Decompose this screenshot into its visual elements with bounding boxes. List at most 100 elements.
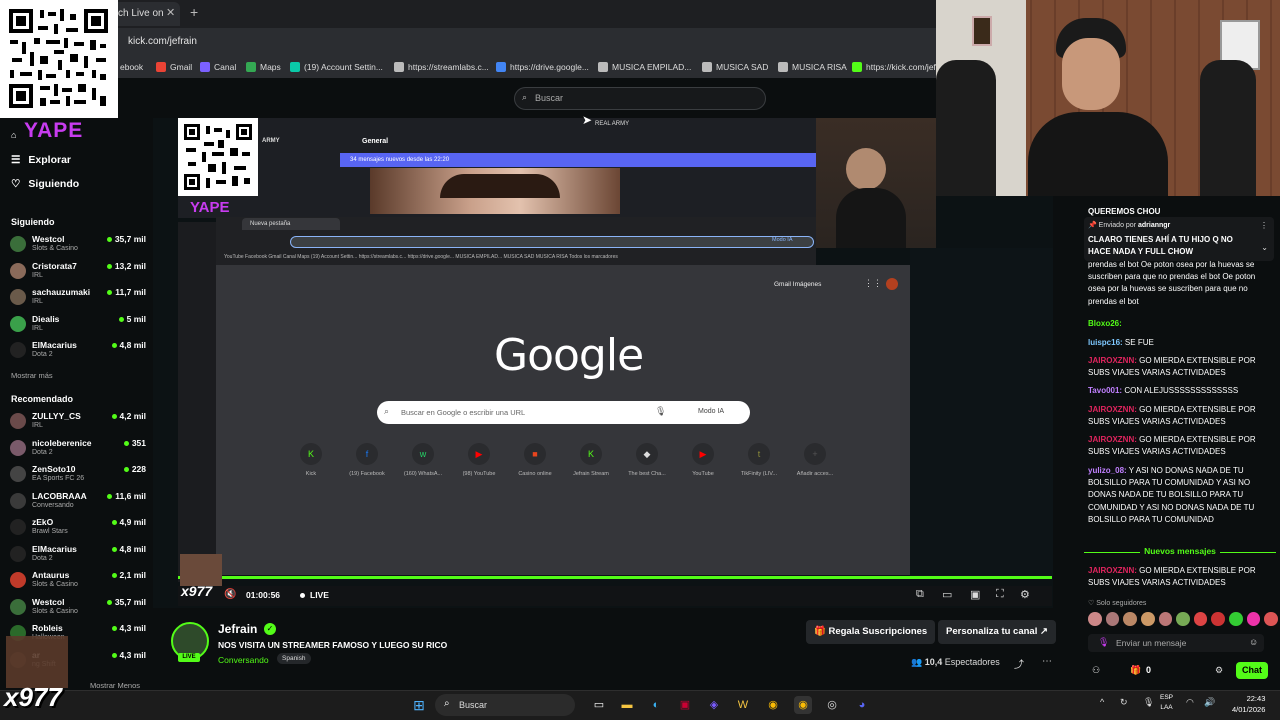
app-w-icon[interactable]: W — [734, 696, 752, 714]
bookmark-item[interactable]: Maps — [246, 62, 281, 72]
home-icon[interactable]: ⌂ — [11, 130, 16, 140]
chat-username[interactable]: Bloxo26: — [1088, 319, 1122, 328]
bookmark-item[interactable]: Canal — [200, 62, 236, 72]
emote[interactable] — [1176, 612, 1190, 626]
windows-start-icon[interactable]: ⊞ — [410, 696, 428, 714]
channel-item[interactable]: nicoleberenice Dota 2 351 — [10, 437, 146, 461]
taskbar-search[interactable]: Buscar — [435, 694, 575, 716]
pinned-message[interactable]: 📌 Enviado por adrianngr CLAARO TIENES AH… — [1084, 217, 1274, 261]
bookmark-label: https://kick.com/jef — [866, 62, 936, 72]
chat-username[interactable]: JAIROXZNN: — [1088, 405, 1137, 414]
emote[interactable] — [1105, 612, 1120, 626]
share-icon[interactable]: ⤴ — [1014, 656, 1024, 671]
search-input[interactable]: Buscar — [514, 87, 766, 110]
emoji-icon[interactable]: ☺ — [1249, 637, 1258, 647]
emote[interactable] — [1264, 612, 1279, 626]
clip-icon[interactable]: ⧉ — [916, 588, 924, 601]
discord-icon[interactable]: ◕ — [853, 696, 871, 714]
channel-item[interactable]: Westcol Slots & Casino 35,7 mil — [10, 233, 146, 257]
emote[interactable] — [1158, 612, 1173, 626]
nav-siguiendo[interactable]: ♡ Siguiendo — [11, 178, 79, 190]
nav-explorar[interactable]: ☰ Explorar — [11, 154, 71, 166]
tray-icon[interactable]: ↻ — [1120, 697, 1128, 708]
language-tag[interactable]: Spanish — [277, 653, 311, 664]
channel-item[interactable]: sachauzumaki IRL 11,7 mil — [10, 286, 146, 310]
more-options-icon[interactable]: ⋮ — [1260, 221, 1268, 230]
bookmark-item[interactable]: MUSICA EMPILAD... — [598, 62, 691, 72]
pip-icon[interactable]: ▣ — [970, 588, 980, 601]
chat-input[interactable]: Enviar un mensaje — [1088, 634, 1264, 652]
emote[interactable] — [1140, 612, 1155, 626]
chat-username[interactable]: JAIROXZNN: — [1088, 356, 1137, 365]
channel-item[interactable]: Westcol Slots & Casino 35,7 mil — [10, 596, 146, 620]
bookmark-label: ebook — [120, 62, 144, 72]
edge-icon[interactable]: ◐ — [647, 696, 665, 714]
show-more-link[interactable]: Mostrar más — [11, 371, 53, 380]
customize-channel-button[interactable]: Personaliza tu canal ↗ — [938, 620, 1056, 644]
emote[interactable] — [1193, 612, 1208, 626]
settings-icon[interactable]: ⚙ — [1020, 588, 1030, 601]
bookmark-item[interactable]: https://kick.com/jef — [852, 62, 936, 72]
theater-icon[interactable]: ▭ — [942, 588, 952, 601]
video-progress-bar[interactable] — [178, 576, 1052, 579]
app-icon[interactable]: ▣ — [676, 696, 694, 714]
file-explorer-icon[interactable]: ▬ — [618, 696, 636, 714]
bookmark-item[interactable]: MUSICA SAD — [702, 62, 768, 72]
system-clock[interactable]: 22:43 4/01/2026 — [1232, 693, 1265, 715]
emote-row[interactable] — [1088, 612, 1279, 626]
emote[interactable] — [1229, 612, 1243, 626]
channel-item[interactable]: zEkO Brawl Stars 4,9 mil — [10, 516, 146, 540]
copilot-icon[interactable]: ◈ — [705, 696, 723, 714]
task-view-icon[interactable]: ▭ — [590, 696, 608, 714]
streamer-name[interactable]: Jefrain — [218, 622, 257, 636]
address-text[interactable]: kick.com/jefrain — [128, 36, 197, 47]
emote[interactable] — [1123, 612, 1137, 626]
chevron-down-icon[interactable]: ⌄ — [1261, 243, 1268, 252]
channel-item[interactable]: ElMacarius Dota 2 4,8 mil — [10, 543, 146, 567]
channel-item[interactable]: Cristorata7 IRL 13,2 mil — [10, 260, 146, 284]
chat-send-button[interactable]: Chat — [1236, 662, 1268, 679]
channel-item[interactable]: ZULLYY_CS IRL 4,2 mil — [10, 410, 146, 434]
chat-users-icon[interactable]: ⚇ — [1092, 665, 1100, 676]
bookmark-item[interactable]: (19) Account Settin... — [290, 62, 383, 72]
chat-username[interactable]: luispc16: — [1088, 338, 1123, 347]
chat-username[interactable]: JAIROXZNN: — [1088, 566, 1137, 575]
tray-up-icon[interactable]: ^ — [1100, 697, 1104, 707]
bookmark-item[interactable]: https://streamlabs.c... — [394, 62, 489, 72]
emote[interactable] — [1246, 612, 1261, 626]
channel-name: Westcol — [32, 234, 65, 244]
channel-item[interactable]: Diealis IRL 5 mil — [10, 313, 146, 337]
stream-category[interactable]: Conversando — [218, 655, 269, 665]
chat-settings-icon[interactable]: ⚙ — [1215, 665, 1223, 676]
channel-item[interactable]: ZenSoto10 EA Sports FC 26 228 — [10, 463, 146, 487]
chat-username[interactable]: Tavo001: — [1088, 386, 1122, 395]
gift-icon: 🎁 — [814, 626, 829, 637]
chrome-icon[interactable]: ◉ — [764, 696, 782, 714]
new-tab-icon[interactable]: + — [190, 4, 198, 20]
keyboard-language[interactable]: ESP LAA — [1160, 693, 1173, 713]
mic-icon[interactable]: 🎙 — [1098, 637, 1109, 648]
chat-username[interactable]: JAIROXZNN: — [1088, 435, 1137, 444]
volume-icon[interactable]: 🔇 — [224, 589, 236, 600]
points-icon[interactable]: 🎁 — [1130, 665, 1141, 676]
more-options-icon[interactable]: ⋯ — [1042, 656, 1052, 667]
gift-subs-button[interactable]: 🎁 Regala Suscripciones — [806, 620, 936, 644]
chat-username[interactable]: yulizo_08: — [1088, 466, 1127, 475]
channel-item[interactable]: ElMacarius Dota 2 4,8 mil — [10, 339, 146, 363]
bookmark-item[interactable]: MUSICA RISA — [778, 62, 847, 72]
chrome-active-icon[interactable]: ◉ — [794, 696, 812, 714]
bookmark-item[interactable]: https://drive.google... — [496, 62, 589, 72]
emote[interactable] — [1211, 612, 1226, 626]
channel-item[interactable]: Antaurus Slots & Casino 2,1 mil — [10, 569, 146, 593]
obs-icon[interactable]: ◎ — [823, 696, 841, 714]
bookmark-item[interactable]: Gmail — [156, 62, 192, 72]
channel-item[interactable]: LACOBRAAA Conversando 11,6 mil — [10, 490, 146, 514]
wifi-icon[interactable]: ◠ — [1186, 697, 1194, 708]
emote[interactable] — [1088, 612, 1102, 626]
fullscreen-icon[interactable]: ⛶ — [996, 588, 1004, 601]
volume-tray-icon[interactable]: 🔊 — [1204, 697, 1215, 708]
search-icon: ⌕ — [522, 92, 528, 102]
close-tab-icon[interactable]: ✕ — [166, 6, 175, 19]
mic-tray-icon[interactable]: 🎙 — [1143, 697, 1154, 708]
show-less-link[interactable]: Mostrar Menos — [90, 681, 140, 690]
